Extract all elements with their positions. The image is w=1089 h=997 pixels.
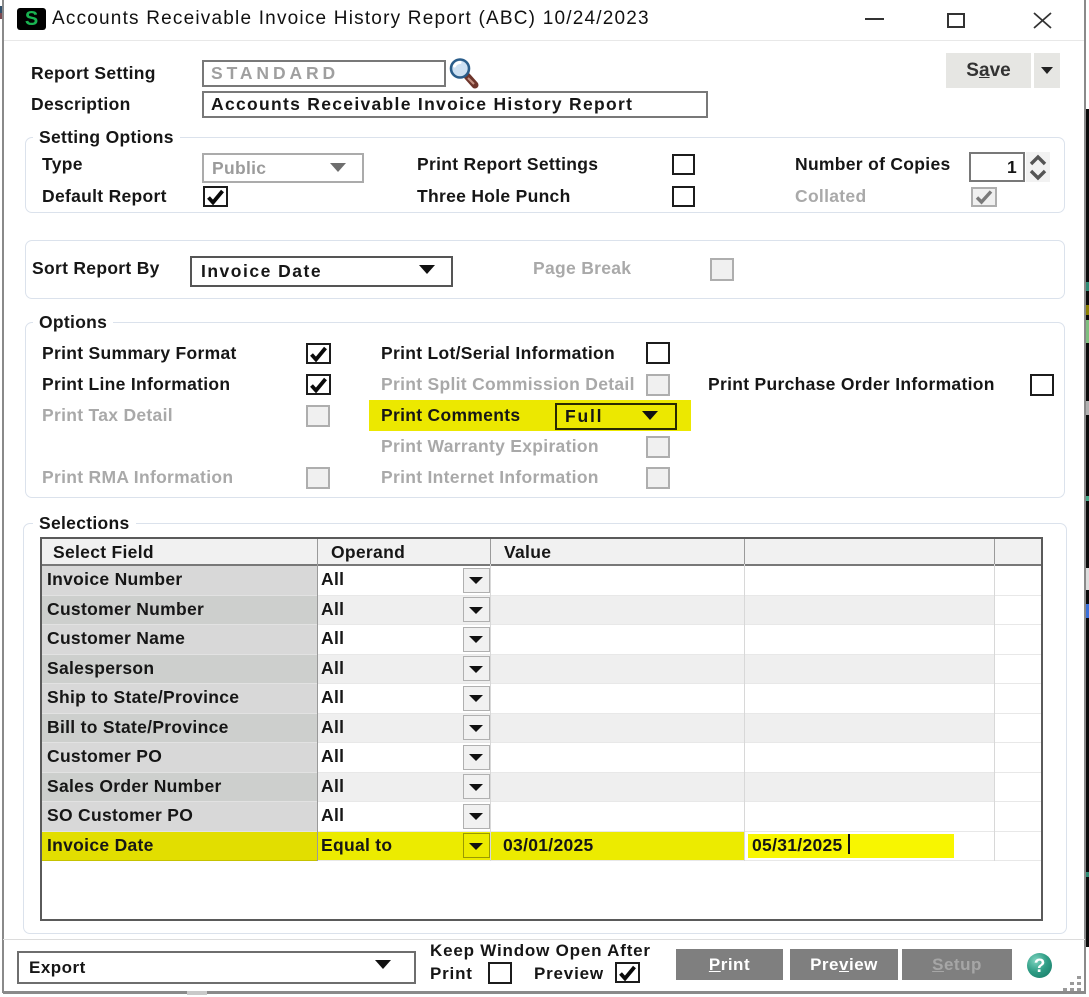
- svg-text:?: ?: [1034, 956, 1046, 977]
